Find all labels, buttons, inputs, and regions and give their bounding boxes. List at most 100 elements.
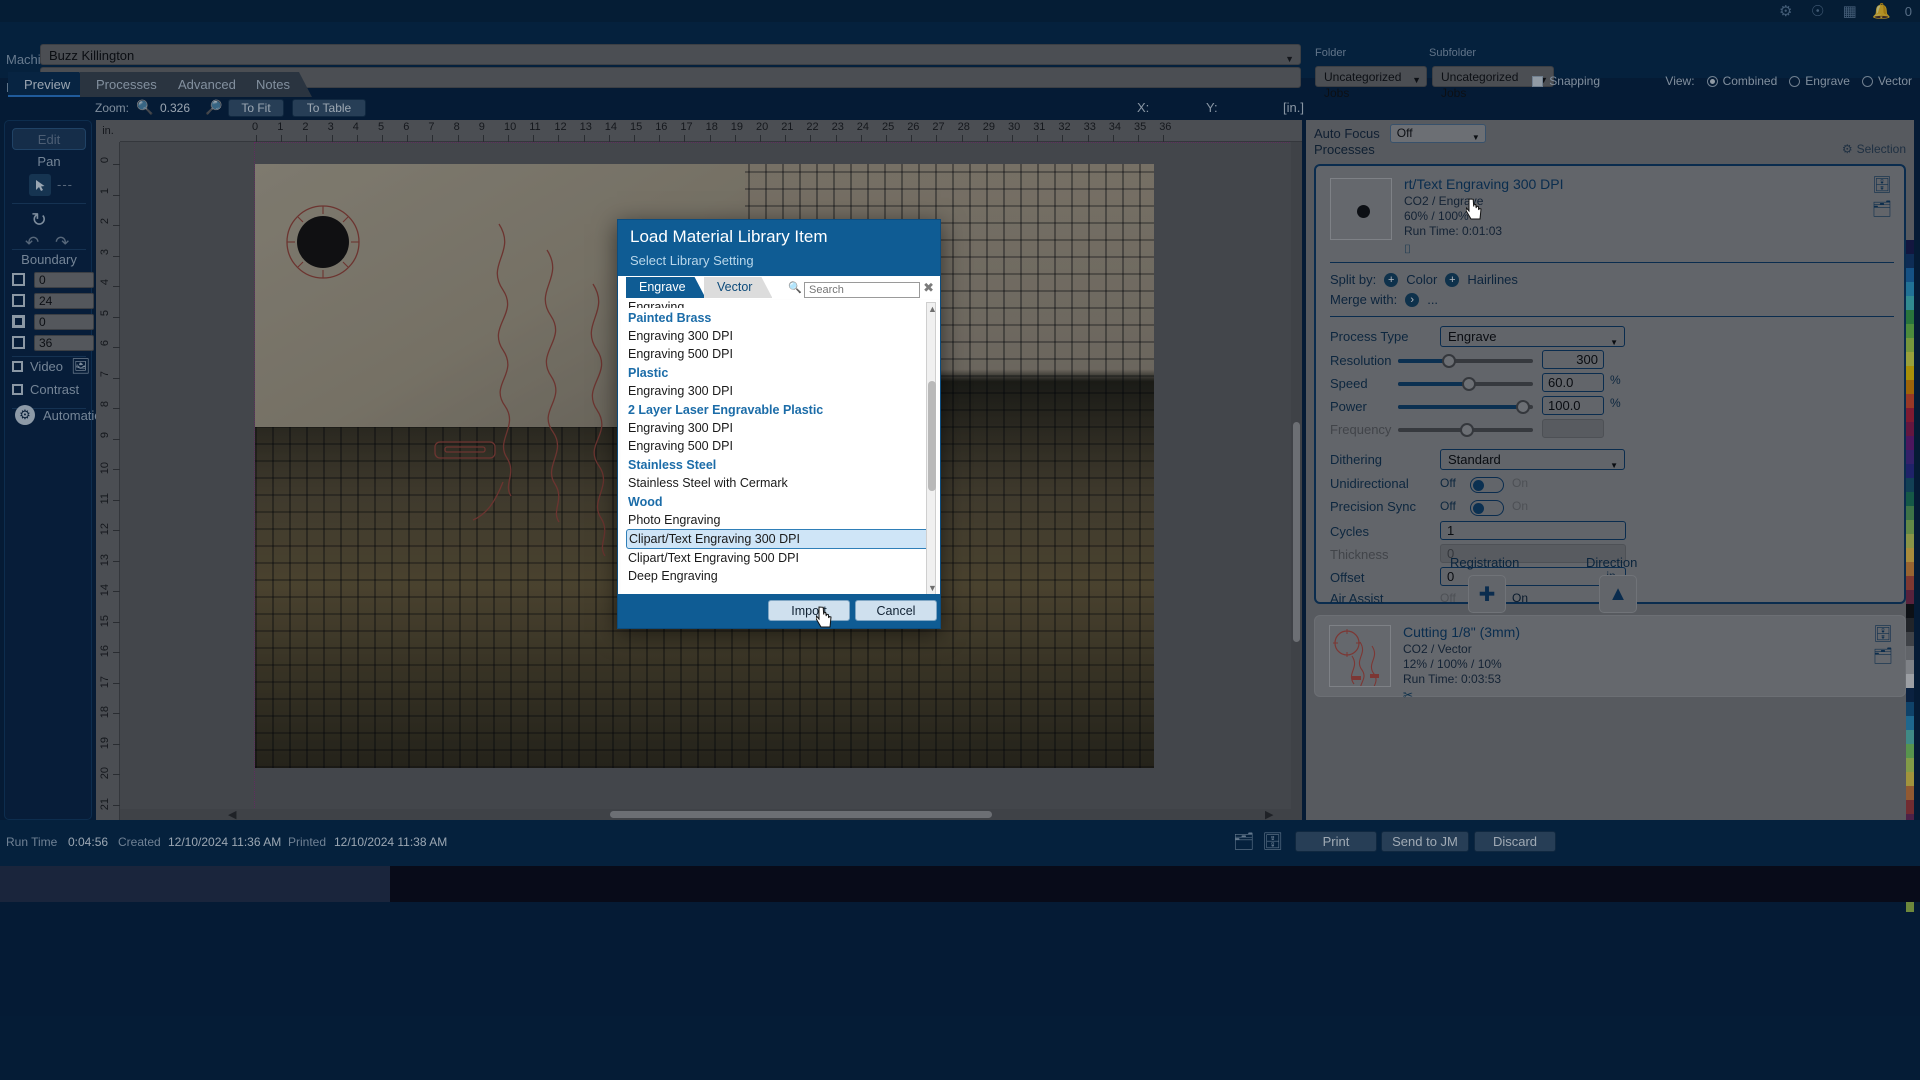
- contrast-checkbox[interactable]: Contrast: [12, 382, 79, 397]
- color-swatch[interactable]: [1906, 520, 1914, 534]
- color-swatch[interactable]: [1906, 240, 1914, 254]
- color-swatch[interactable]: [1906, 282, 1914, 296]
- library-item[interactable]: Clipart/Text Engraving 500 DPI: [621, 549, 937, 567]
- cycles-input[interactable]: 1: [1440, 521, 1626, 540]
- color-swatch[interactable]: [1906, 254, 1914, 268]
- power-input[interactable]: 100.0: [1542, 396, 1604, 415]
- speed-slider[interactable]: [1398, 377, 1533, 391]
- taskbar-active-window[interactable]: [0, 866, 390, 902]
- precision-sync-toggle[interactable]: [1470, 500, 1504, 516]
- color-swatch[interactable]: [1906, 702, 1914, 716]
- search-input[interactable]: [804, 282, 920, 298]
- vertical-scrollbar[interactable]: [1291, 142, 1302, 820]
- view-option-engrave[interactable]: Engrave: [1789, 74, 1850, 88]
- bell-icon[interactable]: 🔔: [1872, 2, 1891, 20]
- send-to-jm-button[interactable]: Send to JM: [1381, 831, 1469, 852]
- load-from-library-icon[interactable]: 🗂: [1873, 646, 1893, 666]
- color-swatch[interactable]: [1906, 758, 1914, 772]
- library-item[interactable]: Deep Engraving: [621, 567, 937, 585]
- open-folder-icon[interactable]: 🗂: [1233, 832, 1255, 852]
- boundary-left-input[interactable]: 0: [34, 314, 94, 330]
- color-swatch[interactable]: [1906, 716, 1914, 730]
- split-hairlines-icon[interactable]: +: [1445, 272, 1460, 287]
- color-swatch[interactable]: [1906, 492, 1914, 506]
- color-swatch[interactable]: [1906, 436, 1914, 450]
- print-button[interactable]: Print: [1295, 831, 1377, 852]
- dithering-select[interactable]: Standard ▼: [1440, 449, 1625, 470]
- machine-select[interactable]: Buzz Killington ▼: [40, 44, 1301, 65]
- color-swatch[interactable]: [1906, 674, 1914, 688]
- clear-search-icon[interactable]: ✖: [923, 280, 934, 296]
- selection-button[interactable]: ⚙ Selection: [1842, 142, 1906, 156]
- color-swatch[interactable]: [1906, 366, 1914, 380]
- to-table-button[interactable]: To Table: [292, 99, 366, 117]
- color-swatch[interactable]: [1906, 324, 1914, 338]
- library-item[interactable]: Photo Engraving: [621, 511, 937, 529]
- material-library-list[interactable]: Engraving Painted Brass Engraving 300 DPI…: [621, 300, 937, 597]
- scroll-thumb-horizontal[interactable]: [610, 811, 992, 818]
- color-swatch[interactable]: [1906, 562, 1914, 576]
- snapping-checkbox[interactable]: Snapping: [1532, 74, 1600, 88]
- automatic-button[interactable]: ⚙ Automatic: [15, 405, 101, 425]
- dialog-scroll-thumb[interactable]: [928, 381, 936, 491]
- library-item[interactable]: Engraving 300 DPI: [621, 382, 937, 400]
- color-swatch[interactable]: [1906, 786, 1914, 800]
- color-swatch[interactable]: [1906, 338, 1914, 352]
- color-swatch[interactable]: [1906, 450, 1914, 464]
- library-item[interactable]: Stainless Steel with Cermark: [621, 474, 937, 492]
- color-swatch[interactable]: [1906, 730, 1914, 744]
- tab-preview[interactable]: Preview: [8, 72, 92, 97]
- process-card-engrave[interactable]: rt/Text Engraving 300 DPI CO2 / Engrave …: [1314, 164, 1906, 608]
- video-checkbox[interactable]: Video: [12, 359, 63, 374]
- tab-notes[interactable]: Notes: [240, 72, 312, 97]
- split-color-label[interactable]: Color: [1406, 272, 1437, 287]
- registration-button[interactable]: ✚: [1468, 575, 1506, 613]
- resolution-input[interactable]: 300: [1542, 350, 1604, 369]
- color-swatch[interactable]: [1906, 548, 1914, 562]
- scroll-right-icon[interactable]: ▶: [1265, 808, 1273, 820]
- view-option-vector[interactable]: Vector: [1861, 74, 1912, 88]
- color-swatch[interactable]: [1906, 422, 1914, 436]
- color-swatch[interactable]: [1906, 394, 1914, 408]
- save-to-library-icon[interactable]: 🗄: [1873, 624, 1893, 644]
- color-swatch[interactable]: [1906, 688, 1914, 702]
- color-swatch[interactable]: [1906, 408, 1914, 422]
- color-swatch[interactable]: [1906, 744, 1914, 758]
- library-item[interactable]: Engraving 300 DPI: [621, 327, 937, 345]
- scroll-left-icon[interactable]: ◀: [228, 808, 236, 820]
- color-swatch[interactable]: [1906, 590, 1914, 604]
- pan-tool-placeholder[interactable]: ---: [57, 177, 73, 192]
- select-tool-button[interactable]: [29, 174, 51, 196]
- library-item-selected[interactable]: Clipart/Text Engraving 300 DPI: [626, 529, 934, 549]
- edit-button[interactable]: Edit: [12, 128, 86, 150]
- refresh-icon[interactable]: ↻: [31, 209, 47, 232]
- color-swatch[interactable]: [1906, 478, 1914, 492]
- to-fit-button[interactable]: To Fit: [228, 99, 284, 117]
- color-swatch[interactable]: [1906, 632, 1914, 646]
- direction-button[interactable]: ▲: [1599, 575, 1637, 613]
- color-swatch[interactable]: [1906, 534, 1914, 548]
- split-color-icon[interactable]: +: [1384, 272, 1399, 287]
- color-swatch[interactable]: [1906, 352, 1914, 366]
- auto-focus-select[interactable]: Off ▼: [1389, 124, 1486, 143]
- library-item[interactable]: Engraving 300 DPI: [621, 419, 937, 437]
- process-type-select[interactable]: Engrave ▼: [1440, 326, 1625, 347]
- zoom-out-icon[interactable]: 🔍: [136, 99, 153, 116]
- color-swatch[interactable]: [1906, 660, 1914, 674]
- cancel-button[interactable]: Cancel: [855, 600, 937, 621]
- color-swatch[interactable]: [1906, 772, 1914, 786]
- merge-arrow-icon[interactable]: ›: [1405, 292, 1420, 307]
- split-hairlines-label[interactable]: Hairlines: [1467, 272, 1518, 287]
- scroll-down-icon[interactable]: ▼: [928, 583, 937, 593]
- color-swatch[interactable]: [1906, 380, 1914, 394]
- color-swatch[interactable]: [1906, 618, 1914, 632]
- import-button[interactable]: Import: [768, 600, 850, 621]
- help-icon[interactable]: ☉: [1809, 2, 1827, 20]
- unidirectional-toggle[interactable]: [1470, 477, 1504, 493]
- boundary-top-input[interactable]: 0: [34, 272, 94, 288]
- scroll-up-icon[interactable]: ▲: [928, 304, 937, 314]
- boundary-right-input[interactable]: 36: [34, 335, 94, 351]
- save-to-library-icon[interactable]: 🗄: [1872, 175, 1892, 195]
- redo-icon[interactable]: ↷: [55, 233, 69, 253]
- color-swatch[interactable]: [1906, 506, 1914, 520]
